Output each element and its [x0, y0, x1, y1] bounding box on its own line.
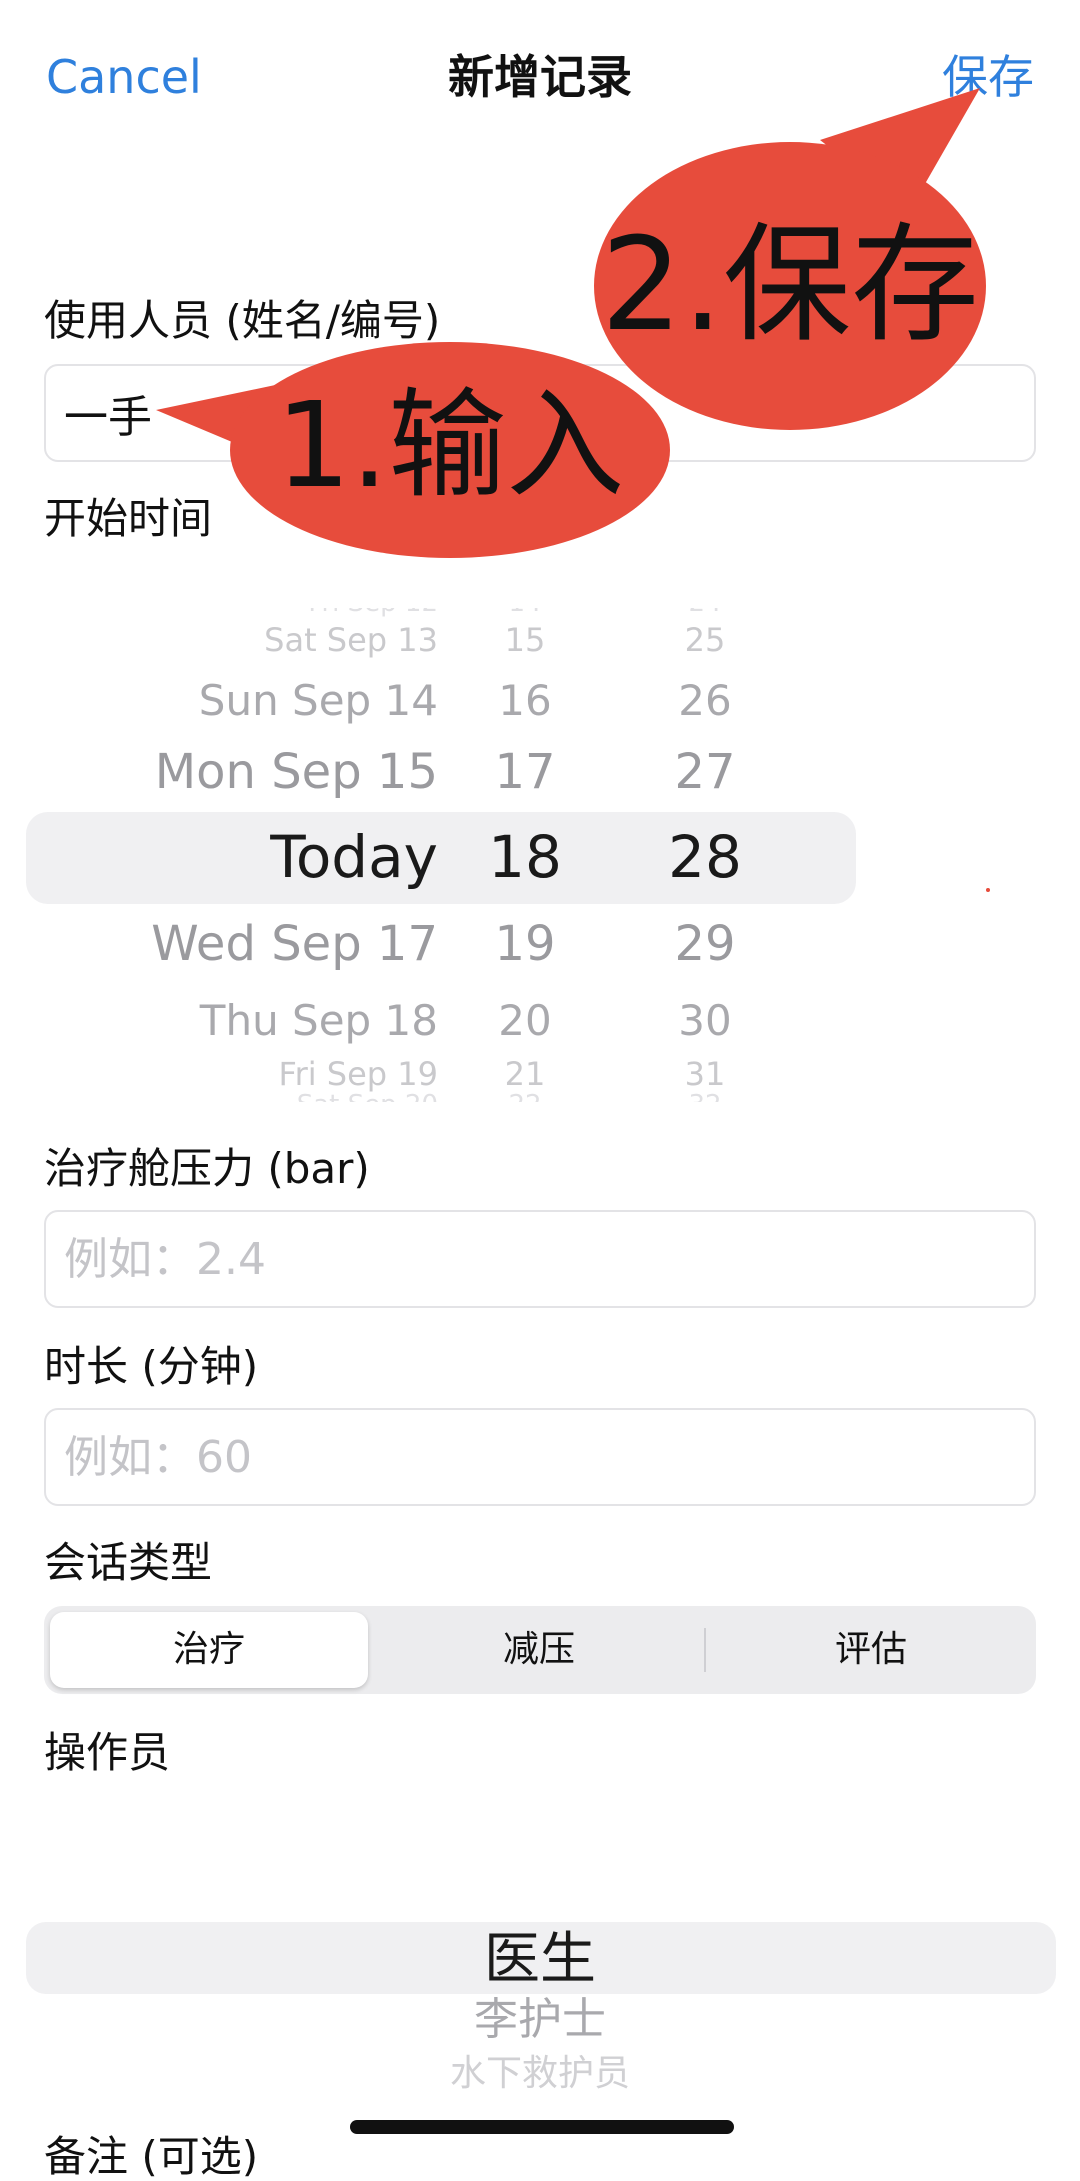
picker-hour-cell: 16 [498, 676, 552, 725]
pressure-label: 治疗舱压力 (bar) [44, 1144, 370, 1193]
picker-minute-cell: 27 [674, 744, 736, 800]
picker-row-clipped-top: Fri Sep 12 14 24 [0, 608, 1080, 618]
picker-hour-cell: 19 [494, 916, 556, 972]
notes-label: 备注 (可选) [44, 2132, 259, 2181]
picker-row: Sun Sep 14 16 26 [0, 680, 1080, 722]
picker-hour-cell: 17 [494, 744, 556, 800]
picker-row: Wed Sep 17 19 29 [0, 920, 1080, 968]
operator-option: 李护士 [474, 1994, 606, 2045]
start-time-picker[interactable]: Fri Sep 12 14 24 Sat Sep 13 15 25 Sun Se… [0, 560, 1080, 1102]
home-indicator [350, 2120, 734, 2134]
picker-date-cell: Fri Sep 12 [308, 608, 438, 616]
picker-minute-cell: 29 [674, 916, 736, 972]
picker-hour-cell: 20 [498, 996, 552, 1045]
picker-hour-cell: 21 [504, 1055, 546, 1093]
picker-row: Fri Sep 19 21 31 [0, 1058, 1080, 1090]
picker-hour-cell: 14 [508, 608, 541, 616]
picker-date-cell-selected: Today [270, 823, 438, 891]
picker-minute-cell: 30 [678, 996, 732, 1045]
picker-date-cell: Sat Sep 13 [264, 621, 438, 659]
picker-hour-cell: 15 [504, 621, 546, 659]
red-dot [986, 888, 990, 892]
pressure-field [44, 1210, 1036, 1308]
picker-row: Sat Sep 13 15 25 [0, 624, 1080, 656]
operator-option: 水下救护员 [449, 2053, 630, 2092]
session-type-segmented-control: 治疗 减压 评估 [44, 1606, 1036, 1694]
picker-date-cell: Wed Sep 17 [151, 916, 438, 972]
session-type-label: 会话类型 [44, 1538, 213, 1587]
operator-label: 操作员 [44, 1728, 171, 1777]
picker-date-cell: Thu Sep 18 [199, 996, 438, 1045]
picker-minute-cell: 32 [688, 1092, 721, 1102]
segment-decompression[interactable]: 减压 [374, 1606, 704, 1694]
picker-hour-cell: 22 [508, 1092, 541, 1102]
picker-date-cell: Mon Sep 15 [154, 744, 438, 800]
segment-evaluation[interactable]: 评估 [706, 1606, 1036, 1694]
picker-row-selected: Today 18 28 [0, 828, 1080, 886]
duration-input[interactable] [64, 1410, 1004, 1504]
picker-row-clipped-bottom: Sat Sep 20 22 32 [0, 1092, 1080, 1102]
picker-hour-cell-selected: 18 [488, 823, 562, 891]
annotation-step1-text: 1.输入 [275, 376, 625, 514]
operator-option-selected: 医生 [484, 1927, 596, 1992]
picker-row: Thu Sep 18 20 30 [0, 1000, 1080, 1042]
duration-field [44, 1408, 1036, 1506]
picker-date-cell: Sat Sep 20 [297, 1092, 438, 1102]
picker-minute-cell: 26 [678, 676, 732, 725]
picker-row: Mon Sep 15 17 27 [0, 748, 1080, 796]
picker-minute-cell: 25 [684, 621, 726, 659]
picker-minute-cell-selected: 28 [668, 823, 742, 891]
segment-treatment[interactable]: 治疗 [50, 1606, 368, 1694]
pressure-input[interactable] [64, 1212, 1004, 1306]
duration-label: 时长 (分钟) [44, 1342, 259, 1391]
picker-minute-cell: 24 [688, 608, 721, 616]
operator-picker[interactable]: 医生 李护士 水下救护员 [0, 1920, 1080, 2092]
picker-minute-cell: 31 [684, 1055, 726, 1093]
picker-date-cell: Sun Sep 14 [198, 676, 438, 725]
picker-date-cell: Fri Sep 19 [278, 1055, 439, 1093]
